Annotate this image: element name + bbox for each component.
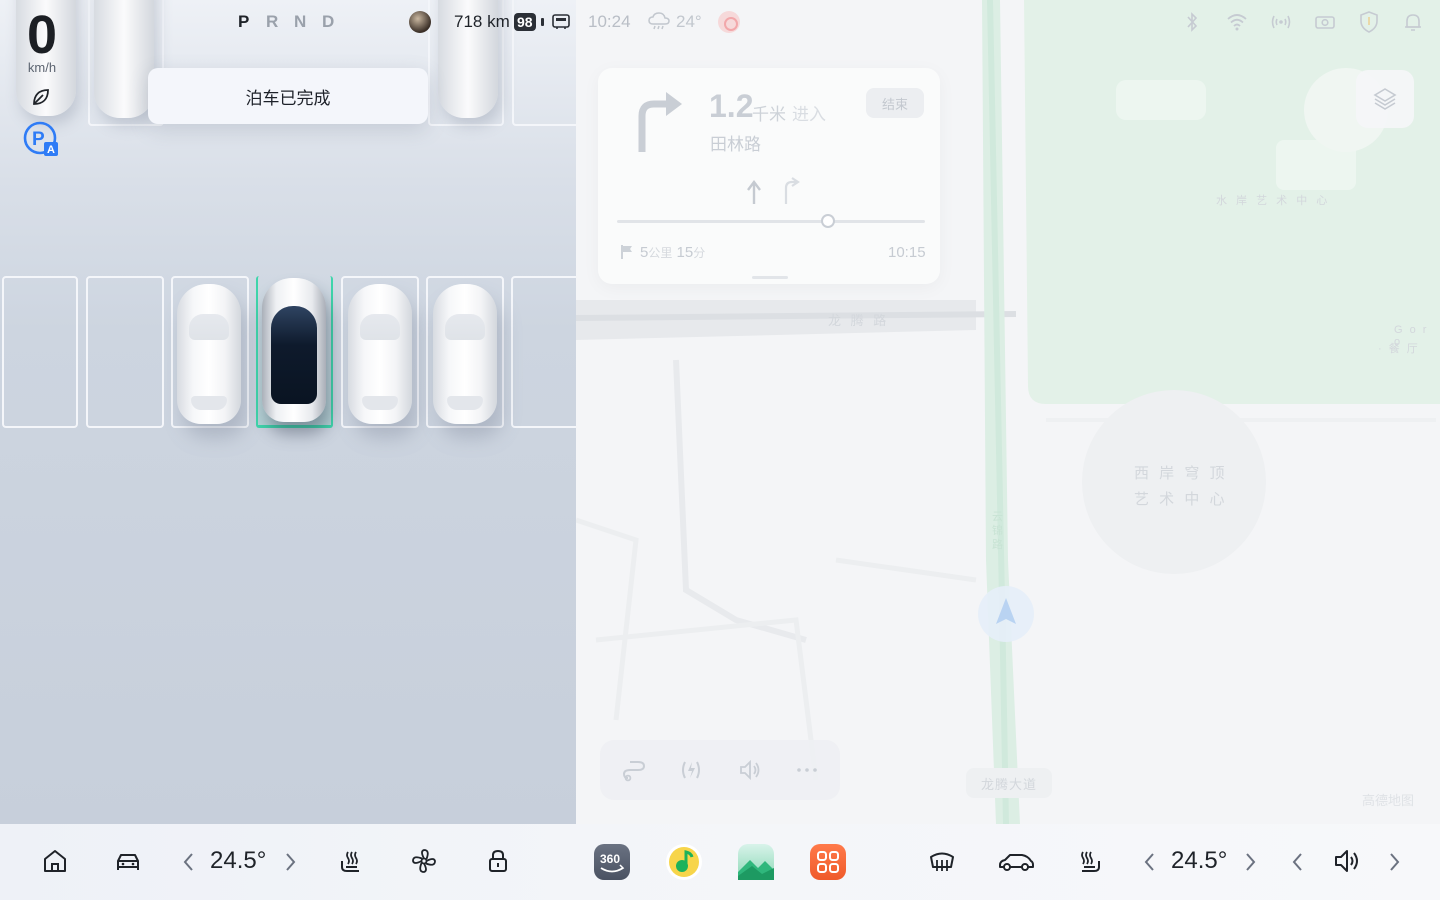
gear-selector: PRND xyxy=(238,12,350,32)
parking-slot xyxy=(2,276,78,428)
dashcam-icon[interactable] xyxy=(1313,10,1337,34)
battery-terminal xyxy=(541,18,544,26)
chevron-left-icon[interactable] xyxy=(182,851,196,873)
bell-icon[interactable] xyxy=(1401,10,1425,34)
lock-icon[interactable] xyxy=(484,847,512,875)
map-label-art-center: 水 岸 艺 术 中 心 xyxy=(1216,195,1331,207)
parking-slot xyxy=(511,276,576,428)
end-navigation-button[interactable]: 结束 xyxy=(866,88,924,118)
signal-icon[interactable] xyxy=(1269,10,1293,34)
driver-temperature: 24.5° xyxy=(210,847,267,874)
driving-range: 718 km xyxy=(454,12,510,31)
nav-distance: 1.2 xyxy=(709,88,754,124)
nav-distance-unit: 千米 xyxy=(752,105,786,124)
chevron-left-icon[interactable] xyxy=(1143,851,1157,873)
map-label-edge-2: · 餐 厅 xyxy=(1378,343,1420,355)
charging-port-icon[interactable] xyxy=(551,12,571,30)
gear-n: N xyxy=(294,12,307,31)
more-icon[interactable] xyxy=(795,758,819,782)
gallery-icon xyxy=(738,860,774,880)
nav-eta: 10:15 xyxy=(888,244,926,261)
svg-text:P: P xyxy=(32,129,45,150)
wifi-icon[interactable] xyxy=(1225,10,1249,34)
gear-r: R xyxy=(266,12,279,31)
navigation-arrow-icon xyxy=(996,598,1016,624)
speaker-volume-icon[interactable] xyxy=(1333,847,1361,875)
cloudy-rain-icon xyxy=(648,12,670,30)
clock: 10:24 xyxy=(588,12,631,31)
passenger-temperature: 24.5° xyxy=(1171,847,1228,874)
music-icon xyxy=(669,847,699,877)
ego-vehicle xyxy=(262,278,326,422)
remaining-min-unit: 分 xyxy=(693,246,706,260)
outside-temperature: 24° xyxy=(676,12,702,31)
passenger-seat-heating-icon[interactable] xyxy=(1076,847,1104,875)
parked-car xyxy=(177,284,241,424)
bluetooth-icon[interactable] xyxy=(1180,10,1204,34)
app-grid-icon xyxy=(817,851,839,873)
map-label-road: 龙 腾 路 xyxy=(828,313,890,328)
user-avatar[interactable] xyxy=(409,11,431,33)
speed-value: 0 xyxy=(26,5,58,65)
map-label-road-vertical: 云锦路 xyxy=(992,511,1005,551)
app-gallery[interactable] xyxy=(738,844,774,880)
parking-slot xyxy=(86,276,164,428)
volume-down-chevron-icon[interactable] xyxy=(1291,851,1305,873)
remaining-km-unit: 公里 xyxy=(648,246,673,260)
nav-road-name: 田林路 xyxy=(710,135,761,154)
lane-guidance-icon xyxy=(747,177,800,204)
app-label-360: 360 xyxy=(600,852,620,866)
charging-station-icon[interactable] xyxy=(679,758,703,782)
fan-icon[interactable] xyxy=(410,847,438,875)
speed-unit: km/h xyxy=(27,60,57,75)
app-center[interactable] xyxy=(810,844,846,880)
map-layers-button[interactable] xyxy=(1356,70,1414,128)
chevron-right-icon[interactable] xyxy=(1243,851,1257,873)
car-exterior-icon[interactable] xyxy=(998,847,1034,875)
seat-heating-icon[interactable] xyxy=(337,847,365,875)
shield-icon[interactable] xyxy=(1357,10,1381,34)
app-360-camera[interactable]: 360 xyxy=(594,844,630,880)
car-icon[interactable] xyxy=(114,847,142,875)
parking-complete-toast: 泊车已完成 xyxy=(148,68,428,124)
gear-p: P xyxy=(238,12,250,31)
current-location-marker xyxy=(978,586,1034,642)
volume-up-chevron-icon[interactable] xyxy=(1387,851,1401,873)
chevron-right-icon[interactable] xyxy=(283,851,297,873)
map-provider-logo: 高德地图 xyxy=(1362,793,1415,808)
current-road-badge: 龙腾大道 xyxy=(966,768,1052,798)
parked-car xyxy=(433,284,497,424)
card-drag-handle[interactable] xyxy=(752,276,788,279)
nav-action: 进入 xyxy=(792,105,826,124)
route-progress-bar xyxy=(617,214,925,228)
route-icon[interactable] xyxy=(622,758,646,782)
map-label-west-bund-2: 艺 术 中 心 xyxy=(1134,491,1228,508)
auto-parking-icon[interactable]: P A xyxy=(22,120,60,158)
nav-remaining: 5公里 15分 xyxy=(640,244,705,261)
defrost-icon[interactable] xyxy=(928,847,956,875)
map-label-west-bund-1: 西 岸 穹 顶 xyxy=(1134,465,1228,482)
gear-d: D xyxy=(322,12,335,31)
parked-car xyxy=(94,0,154,118)
volume-icon[interactable] xyxy=(738,758,762,782)
turn-right-arrow-icon xyxy=(638,92,682,152)
layers-icon xyxy=(1373,88,1397,110)
home-icon[interactable] xyxy=(41,847,69,875)
battery-level: 98 xyxy=(514,13,536,31)
parked-car xyxy=(348,284,412,424)
svg-text:A: A xyxy=(47,144,55,156)
record-icon[interactable] xyxy=(718,11,740,33)
speedometer: 0 km/h xyxy=(14,4,70,75)
app-music[interactable] xyxy=(666,844,702,880)
remaining-min: 15 xyxy=(676,244,694,261)
eco-leaf-icon xyxy=(33,89,49,105)
camera-360-icon: 360 xyxy=(600,852,625,873)
flag-icon xyxy=(621,245,632,259)
